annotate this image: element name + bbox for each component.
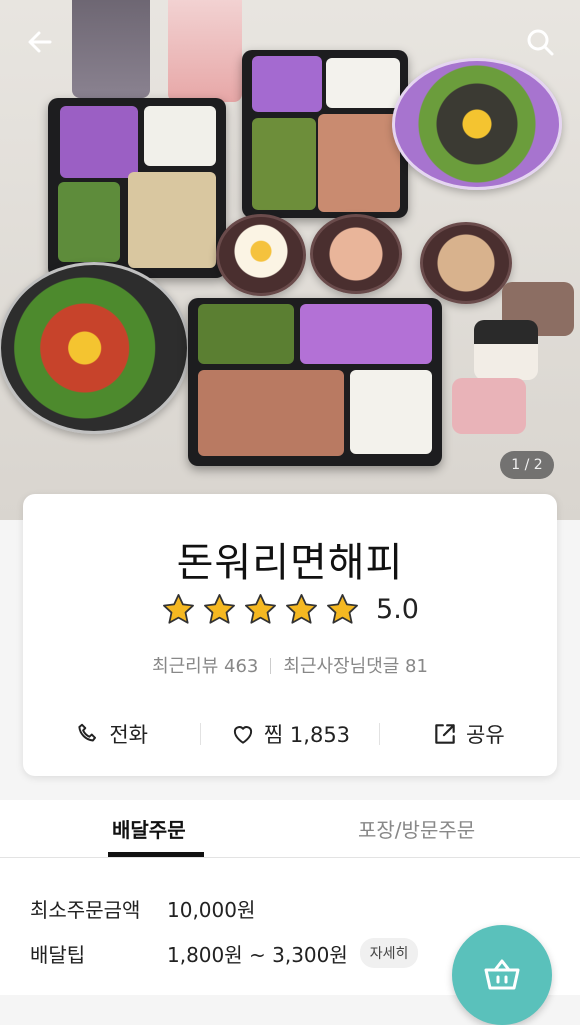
food-tray (242, 50, 408, 218)
tab-delivery[interactable]: 배달주문 (112, 814, 186, 843)
egg-bowl (216, 214, 306, 296)
share-button[interactable]: 공유 (380, 719, 557, 749)
delivery-tip-value: 1,800원 ~ 3,300원 (167, 942, 348, 967)
back-button[interactable] (24, 26, 56, 58)
drink-cup (168, 0, 242, 102)
owner-replies-count: 최근사장님댓글 81 (283, 656, 428, 677)
arrow-left-icon (28, 31, 52, 53)
rating-value: 5.0 (376, 594, 419, 625)
min-order-label: 최소주문금액 (30, 898, 141, 922)
share-icon (435, 724, 455, 744)
like-button[interactable]: 찜 1,853 (201, 719, 378, 749)
search-button[interactable] (524, 26, 556, 58)
recent-reviews-count: 최근리뷰 463 (152, 656, 259, 677)
store-actions: 전화 찜 1,853 공유 (23, 716, 557, 752)
star-icon (245, 594, 276, 624)
star-icon (204, 594, 235, 624)
star-icon (286, 594, 317, 624)
like-count: 찜 1,853 (263, 723, 351, 747)
review-summary[interactable]: 최근리뷰 463 최근사장님댓글 81 (23, 652, 557, 678)
search-icon (527, 29, 554, 56)
heart-icon (233, 726, 253, 744)
basket-icon (484, 959, 520, 990)
side-bowl (310, 214, 402, 294)
drink-cup (72, 0, 150, 98)
store-name: 돈워리면해피 (176, 540, 404, 586)
food-tray (188, 298, 442, 466)
phone-icon (78, 723, 97, 742)
order-type-tabs: 배달주문 포장/방문주문 (0, 800, 580, 858)
cart-button[interactable] (452, 925, 552, 1025)
min-order-row: 최소주문금액 10,000원 (30, 894, 255, 923)
dessert-jar (474, 320, 538, 380)
dessert-jar (452, 378, 526, 434)
min-order-value: 10,000원 (167, 898, 256, 922)
delivery-tip-label: 배달팁 (30, 942, 86, 967)
food-tray (48, 98, 226, 278)
active-tab-indicator (108, 852, 204, 857)
store-rating[interactable]: 5.0 (23, 592, 557, 627)
image-page-indicator: 1 / 2 (500, 451, 554, 479)
tab-pickup[interactable]: 포장/방문주문 (358, 814, 475, 843)
food-bowl (392, 58, 562, 190)
store-hero-image[interactable]: 1 / 2 (0, 0, 580, 520)
food-bowl (0, 262, 190, 434)
star-icon (163, 594, 194, 624)
divider (270, 658, 272, 674)
call-button[interactable]: 전화 (23, 719, 200, 749)
delivery-tip-detail-button[interactable]: 자세히 (359, 938, 419, 968)
delivery-tip-row: 배달팁 1,800원 ~ 3,300원 자세히 (30, 938, 419, 968)
side-bowl (420, 222, 512, 304)
star-icon (327, 594, 358, 624)
share-label: 공유 (466, 723, 505, 747)
call-label: 전화 (109, 723, 148, 747)
store-info-card: 돈워리면해피 5.0 최근리뷰 463 최근사장님댓글 81 전화 찜 1,853… (23, 494, 557, 776)
